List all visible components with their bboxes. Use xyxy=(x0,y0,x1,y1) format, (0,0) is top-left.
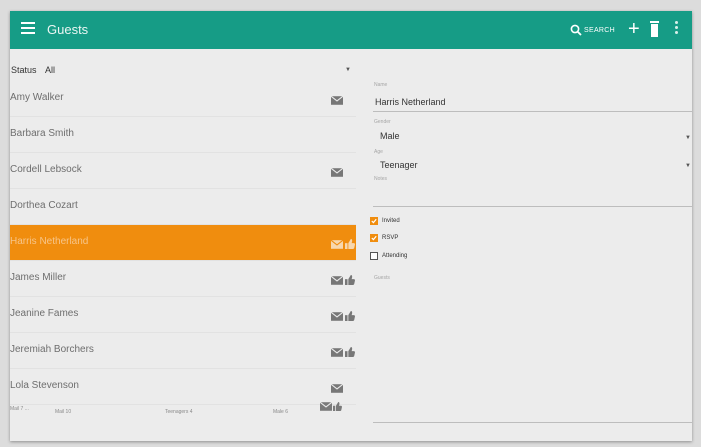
thumb-up-icon xyxy=(333,402,343,411)
footer-stat-mail: Mail 10 xyxy=(55,409,72,415)
mail-icon xyxy=(330,92,344,110)
search-button[interactable]: SEARCH xyxy=(570,21,615,39)
guest-list: Amy Walker Barbara Smith Cordell Lebsock Do… xyxy=(10,81,356,405)
invited-label: Invited xyxy=(382,218,400,224)
guest-row[interactable]: Jeremiah Borchers xyxy=(10,333,356,369)
list-footer: Mail 7 ... Mail 10 Teenagers 4 Male 6 xyxy=(10,401,356,436)
guest-list-panel: Status All ▼ Amy Walker Barbara Smith Cord… xyxy=(10,49,356,441)
invited-checkbox[interactable]: Invited xyxy=(370,215,400,227)
guest-row[interactable]: Amy Walker xyxy=(10,81,356,117)
attending-check-icon[interactable] xyxy=(370,252,378,260)
thumb-up-icon xyxy=(345,272,355,290)
guest-name: Amy Walker xyxy=(10,92,64,103)
mail-icon xyxy=(330,164,344,182)
footer-total: Mail 7 ... xyxy=(10,406,29,412)
guest-status-icons xyxy=(330,272,355,290)
app-title: Guests xyxy=(47,22,89,37)
thumb-up-icon xyxy=(345,236,355,254)
more-vert-icon[interactable] xyxy=(675,21,679,36)
thumb-up-icon xyxy=(345,308,355,326)
status-filter-label: Status xyxy=(11,65,37,75)
gender-select[interactable]: Male xyxy=(380,131,400,141)
guest-row[interactable]: Cordell Lebsock xyxy=(10,153,356,189)
mail-icon xyxy=(319,401,333,411)
guests-underline[interactable] xyxy=(373,422,692,423)
thumb-up-icon xyxy=(345,344,355,362)
notes-caption: Notes xyxy=(374,176,388,182)
guest-status-icons xyxy=(330,308,355,326)
attending-label: Attending xyxy=(382,253,408,259)
age-caption: Age xyxy=(374,149,383,155)
age-caret-icon[interactable]: ▼ xyxy=(685,163,691,169)
notes-underline[interactable] xyxy=(373,206,692,207)
delete-button[interactable] xyxy=(650,21,659,42)
mail-icon xyxy=(330,344,344,362)
attending-checkbox[interactable]: Attending xyxy=(370,250,407,262)
rsvp-checkbox[interactable]: RSVP xyxy=(370,232,398,244)
add-button[interactable]: + xyxy=(628,19,640,39)
invited-check-icon[interactable] xyxy=(370,217,378,225)
footer-stat-teenagers: Teenagers 4 xyxy=(165,409,193,415)
name-caption: Name xyxy=(374,82,388,88)
name-field[interactable]: Harris Netherland xyxy=(375,97,446,107)
guest-row[interactable]: Jeanine Fames xyxy=(10,297,356,333)
footer-icons xyxy=(319,401,343,413)
mail-icon xyxy=(330,272,344,290)
guest-name: Jeanine Fames xyxy=(10,308,79,319)
menu-icon[interactable] xyxy=(21,22,35,36)
age-select[interactable]: Teenager xyxy=(380,160,418,170)
status-filter-value: All xyxy=(45,65,56,75)
status-filter[interactable]: Status All ▼ xyxy=(10,65,356,81)
guest-name: Jeremiah Borchers xyxy=(10,344,94,355)
guest-name: Dorthea Cozart xyxy=(10,200,78,211)
guest-name: Harris Netherland xyxy=(10,236,89,247)
mail-icon xyxy=(330,236,344,254)
guest-name: Barbara Smith xyxy=(10,128,74,139)
guest-row[interactable]: Lola Stevenson xyxy=(10,369,356,405)
guest-status-icons xyxy=(330,164,344,182)
delete-icon xyxy=(650,21,659,37)
mail-icon xyxy=(330,308,344,326)
guest-row[interactable]: James Miller xyxy=(10,261,356,297)
guest-row[interactable]: Harris Netherland xyxy=(10,225,356,261)
rsvp-check-icon[interactable] xyxy=(370,234,378,242)
guest-name: Cordell Lebsock xyxy=(10,164,82,175)
guest-detail-panel: Name Harris Netherland Gender Male ▼ Age… xyxy=(365,49,692,441)
footer-stat-male: Male 6 xyxy=(273,409,289,415)
search-label: SEARCH xyxy=(584,26,615,34)
name-underline xyxy=(373,111,692,112)
guest-row[interactable]: Barbara Smith xyxy=(10,117,356,153)
guests-caption: Guests xyxy=(374,275,390,281)
app-window: Guests SEARCH + Status All ▼ Amy Walker B… xyxy=(10,11,692,441)
gender-caret-icon[interactable]: ▼ xyxy=(685,135,691,141)
guest-status-icons xyxy=(330,92,344,110)
app-bar: Guests SEARCH + xyxy=(10,11,692,49)
guest-status-icons xyxy=(330,236,355,254)
guest-name: James Miller xyxy=(10,272,67,283)
guest-name: Lola Stevenson xyxy=(10,380,79,391)
rsvp-label: RSVP xyxy=(382,235,399,241)
mail-icon xyxy=(330,380,344,398)
dropdown-caret-icon: ▼ xyxy=(345,67,351,73)
guest-row[interactable]: Dorthea Cozart xyxy=(10,189,356,225)
gender-caption: Gender xyxy=(374,119,391,125)
guest-status-icons xyxy=(330,380,344,398)
search-icon xyxy=(570,24,582,36)
guest-status-icons xyxy=(330,344,355,362)
